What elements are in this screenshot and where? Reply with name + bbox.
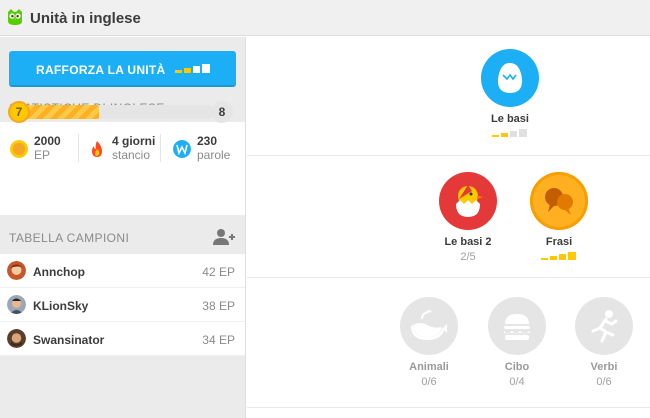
- leaderboard-row[interactable]: Swansinator 34 EP: [0, 322, 245, 356]
- leaderboard-xp: 38 EP: [202, 299, 235, 313]
- leaderboard-xp: 34 EP: [202, 333, 235, 347]
- avatar: [7, 295, 26, 314]
- row-divider: [247, 155, 650, 156]
- skill-name: Frasi: [545, 236, 573, 248]
- burger-icon: [504, 314, 530, 340]
- chick-in-egg-icon: [456, 185, 483, 217]
- streak-value: 4 giorni: [112, 134, 156, 148]
- avatar: [7, 261, 26, 280]
- skill-circle: [439, 172, 497, 230]
- strengthen-unit-button[interactable]: RAFFORZA LA UNITÀ: [9, 51, 236, 87]
- xp-coin-icon: [10, 140, 28, 158]
- strengthen-button-label: RAFFORZA LA UNITÀ: [36, 63, 166, 77]
- skill-basics[interactable]: Le basi: [455, 49, 565, 137]
- leaderboard-name: Annchop: [33, 265, 85, 279]
- skill-circle: [481, 49, 539, 107]
- stat-divider: [160, 134, 161, 162]
- row-divider: [247, 407, 650, 408]
- add-friend-icon[interactable]: [213, 227, 235, 247]
- streak-unit: stancio: [112, 148, 151, 162]
- skill-circle: [530, 172, 588, 230]
- whale-icon: [411, 310, 447, 340]
- skill-verbs[interactable]: Verbi 0/6: [549, 297, 650, 388]
- avatar: [7, 329, 26, 348]
- words-w-icon: [173, 140, 191, 158]
- skill-progress: 0/6: [596, 376, 612, 388]
- words-value: 230: [197, 134, 218, 148]
- flame-icon: [92, 141, 102, 157]
- running-man-icon: [591, 310, 618, 343]
- skill-circle: [488, 297, 546, 355]
- page-title: Unità in inglese: [30, 10, 141, 27]
- level-progress-fill: [24, 105, 100, 119]
- leaderboard-name: Swansinator: [33, 333, 105, 347]
- level-progress-bar: [24, 105, 212, 119]
- egg-icon: [497, 63, 523, 93]
- next-level-badge: 8: [211, 101, 233, 123]
- strength-bars-icon: [492, 129, 527, 137]
- sidebar: RAFFORZA LA UNITÀ STATISTICHE DI INGLESE: [0, 37, 246, 418]
- duolingo-owl-icon[interactable]: [6, 8, 24, 26]
- skill-name: Le basi: [491, 113, 529, 125]
- skill-name: Verbi: [590, 361, 618, 373]
- skill-phrases[interactable]: Frasi: [504, 172, 614, 260]
- strength-bars-icon: [541, 252, 576, 260]
- speech-bubbles-icon: [545, 188, 573, 215]
- leaderboard-list: Annchop 42 EP KLionSky 38 EP Swansinator…: [0, 254, 245, 356]
- xp-unit: EP: [34, 148, 51, 162]
- xp-value: 2000: [34, 134, 61, 148]
- leaderboard-xp: 42 EP: [202, 265, 235, 279]
- words-unit: parole: [197, 148, 231, 162]
- leaderboard-name: KLionSky: [33, 299, 89, 313]
- skill-circle: [575, 297, 633, 355]
- row-divider: [247, 277, 650, 278]
- strength-bars-icon: [175, 64, 210, 73]
- skill-circle: [400, 297, 458, 355]
- app-header: Unità in inglese: [0, 0, 650, 36]
- leaderboard-row[interactable]: KLionSky 38 EP: [0, 288, 245, 322]
- current-level-badge: 7: [8, 101, 30, 123]
- stat-divider: [78, 134, 79, 162]
- leaderboard-row[interactable]: Annchop 42 EP: [0, 254, 245, 288]
- leaderboard-section-title: TABELLA CAMPIONI: [9, 231, 130, 245]
- skill-tree: Le basi Le basi 2 2/5 Frasi Animali 0/6 …: [247, 37, 650, 418]
